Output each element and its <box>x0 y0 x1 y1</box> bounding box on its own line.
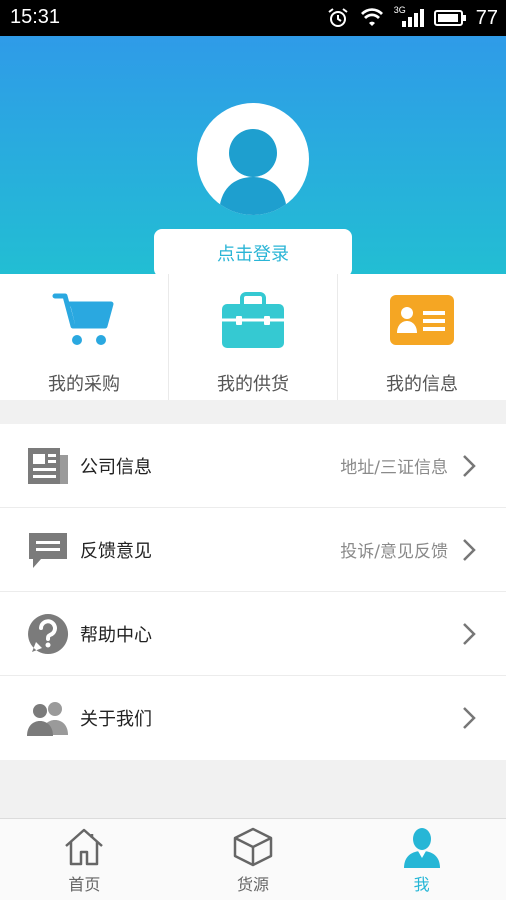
quick-actions: 我的采购 我的供货 我的信息 <box>0 274 506 400</box>
status-bar: 15:31 3G 77 <box>0 0 506 36</box>
battery-level: 77 <box>475 6 498 29</box>
status-icons: 3G 77 <box>326 5 498 31</box>
profile-icon <box>400 825 444 869</box>
quick-supply-label: 我的供货 <box>217 374 289 395</box>
signal-3g-icon: 3G <box>393 5 424 29</box>
wifi-icon <box>360 7 384 29</box>
avatar[interactable] <box>197 103 309 215</box>
newspaper-icon <box>26 444 70 488</box>
status-time: 15:31 <box>10 6 61 28</box>
chevron-right-icon <box>460 452 478 480</box>
chevron-right-icon <box>460 536 478 564</box>
menu-about-us[interactable]: 关于我们 <box>0 676 506 760</box>
message-icon <box>26 528 70 572</box>
box-icon <box>231 825 275 869</box>
alarm-icon <box>326 7 350 29</box>
help-icon <box>26 612 70 656</box>
menu-feedback[interactable]: 反馈意见 投诉/意见反馈 <box>0 508 506 592</box>
quick-supply[interactable]: 我的供货 <box>169 274 338 400</box>
tab-home[interactable]: 首页 <box>0 819 169 900</box>
menu-title: 反馈意见 <box>80 540 152 562</box>
tab-label: 我 <box>413 875 430 894</box>
quick-info[interactable]: 我的信息 <box>338 274 506 400</box>
tab-me[interactable]: 我 <box>337 819 506 900</box>
tab-goods[interactable]: 货源 <box>169 819 338 900</box>
quick-info-label: 我的信息 <box>386 374 458 395</box>
cart-icon <box>49 290 119 350</box>
menu-title: 关于我们 <box>80 709 152 730</box>
quick-purchase[interactable]: 我的采购 <box>0 274 169 400</box>
profile-header: 点击登录 <box>0 36 506 277</box>
quick-purchase-label: 我的采购 <box>48 374 120 395</box>
settings-list: 公司信息 地址/三证信息 反馈意见 投诉/意见反馈 帮助中心 关于我们 <box>0 424 506 760</box>
login-button[interactable]: 点击登录 <box>154 229 352 277</box>
tab-label: 货源 <box>237 875 270 894</box>
people-icon <box>26 696 70 740</box>
chevron-right-icon <box>460 620 478 648</box>
battery-icon <box>433 7 466 29</box>
id-card-icon <box>387 290 457 350</box>
menu-hint: 地址/三证信息 <box>340 458 448 478</box>
chevron-right-icon <box>460 704 478 732</box>
menu-help-center[interactable]: 帮助中心 <box>0 592 506 676</box>
menu-title: 公司信息 <box>80 456 152 478</box>
person-icon <box>219 129 287 215</box>
menu-title: 帮助中心 <box>80 624 152 646</box>
menu-company-info[interactable]: 公司信息 地址/三证信息 <box>0 424 506 508</box>
bottom-tab-bar: 首页 货源 我 <box>0 818 506 900</box>
tab-label: 首页 <box>68 875 101 894</box>
network-label: 3G <box>393 5 406 15</box>
home-icon <box>62 825 106 869</box>
menu-hint: 投诉/意见反馈 <box>340 542 448 562</box>
bag-icon <box>218 290 288 350</box>
